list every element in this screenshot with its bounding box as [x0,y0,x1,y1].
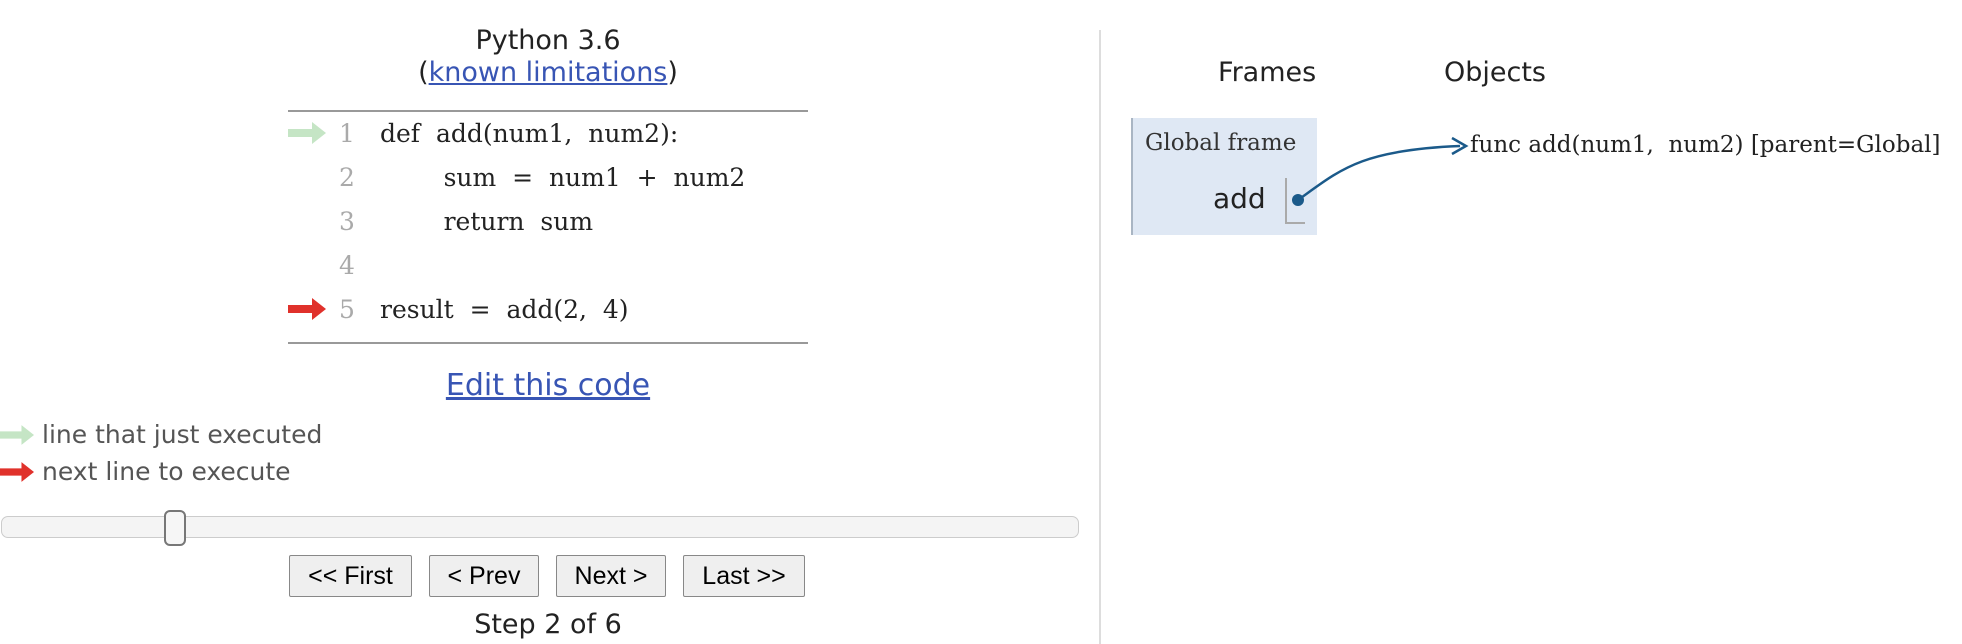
edit-code-container: Edit this code [286,366,810,406]
last-button[interactable]: Last >> [683,555,805,597]
panel-divider [1099,30,1101,644]
code-text: def add(num1, num2): [380,119,679,148]
step-slider-handle[interactable] [164,510,186,546]
next-button[interactable]: Next > [556,555,666,597]
code-line-2: 2 sum = num1 + num2 [288,156,808,200]
legend-just-executed-label: line that just executed [42,420,323,449]
pointer-arrow [1297,144,1461,202]
paren-open: ( [418,57,429,88]
prev-button[interactable]: < Prev [429,555,539,597]
frame-variable-value [1285,178,1305,224]
global-frame-title: Global frame [1145,130,1297,156]
code-text: return sum [380,207,594,236]
code-text: sum = num1 + num2 [380,163,746,192]
step-slider[interactable] [1,516,1079,538]
paren-close: ) [667,57,678,88]
line-number: 5 [339,295,355,324]
code-listing: 1 def add(num1, num2): 2 sum = num1 + nu… [288,110,808,344]
next-line-arrow-icon [0,462,34,482]
next-line-arrow-icon [288,298,326,320]
code-line-1: 1 def add(num1, num2): [288,112,808,156]
pointer-arrow-head [1451,136,1469,156]
legend-next-line-label: next line to execute [42,457,291,486]
limitations-line: (known limitations) [286,56,810,90]
line-number: 2 [339,163,355,192]
code-line-3: 3 return sum [288,200,808,244]
function-object: func add(num1, num2) [parent=Global] [1470,132,1941,158]
code-text: result = add(2, 4) [380,295,629,324]
frames-heading: Frames [1218,57,1317,88]
code-line-5: 5 result = add(2, 4) [288,288,808,332]
edit-code-link[interactable]: Edit this code [446,368,650,403]
line-number: 4 [339,251,355,280]
python-version-label: Python 3.6 [475,25,621,56]
step-counter: Step 2 of 6 [474,609,622,640]
frame-variable-name: add [1213,182,1266,215]
line-number: 1 [339,119,355,148]
just-executed-arrow-icon [288,122,326,144]
objects-heading: Objects [1444,57,1547,88]
code-line-4: 4 [288,244,808,288]
first-button[interactable]: << First [289,555,412,597]
line-number: 3 [339,207,355,236]
global-frame: Global frame add [1131,118,1317,235]
known-limitations-link[interactable]: known limitations [429,57,668,88]
just-executed-arrow-icon [0,425,34,445]
